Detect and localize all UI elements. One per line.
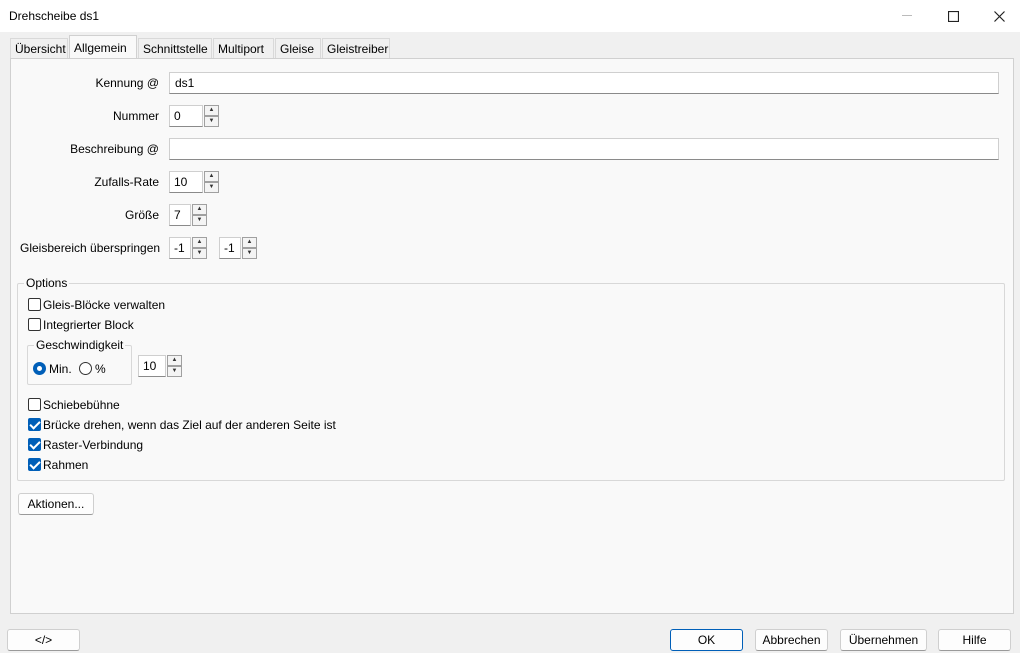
- title-bar: Drehscheibe ds1: [0, 0, 1020, 32]
- gleisbereich-from-spinner[interactable]: -1 ▲ ▼: [169, 237, 207, 259]
- spin-down-icon[interactable]: ▼: [204, 182, 219, 193]
- abbrechen-button[interactable]: Abbrechen: [755, 629, 828, 651]
- spin-down-icon[interactable]: ▼: [204, 116, 219, 127]
- spin-up-icon[interactable]: ▲: [204, 105, 219, 116]
- nummer-value[interactable]: 0: [169, 105, 203, 127]
- zufallsrate-label: Zufalls-Rate: [94, 175, 159, 189]
- window-title: Drehscheibe ds1: [9, 9, 100, 23]
- geschwindigkeit-spinner[interactable]: 10 ▲ ▼: [138, 355, 182, 377]
- geschwindigkeit-title: Geschwindigkeit: [34, 338, 126, 352]
- options-group: [17, 283, 1005, 481]
- uebernehmen-button[interactable]: Übernehmen: [840, 629, 927, 651]
- maximize-button[interactable]: [930, 0, 976, 32]
- tab-uebersicht[interactable]: Übersicht: [10, 38, 68, 58]
- groesse-label: Größe: [124, 208, 159, 222]
- gleis-bloecke-label[interactable]: Gleis-Blöcke verwalten: [43, 298, 165, 312]
- tab-gleise[interactable]: Gleise: [275, 38, 321, 58]
- integrierter-block-checkbox[interactable]: [28, 318, 41, 331]
- kennung-label: Kennung @: [95, 76, 159, 90]
- spin-down-icon[interactable]: ▼: [192, 215, 207, 226]
- nummer-spinner[interactable]: 0 ▲ ▼: [169, 105, 219, 127]
- tab-gleistreiber[interactable]: Gleistreiber: [322, 38, 390, 58]
- geschwindigkeit-value[interactable]: 10: [138, 355, 166, 377]
- tab-multiport[interactable]: Multiport: [213, 38, 274, 58]
- bruecke-drehen-label[interactable]: Brücke drehen, wenn das Ziel auf der and…: [43, 418, 336, 432]
- gleisbereich-label: Gleisbereich überspringen: [20, 241, 161, 255]
- spin-up-icon[interactable]: ▲: [242, 237, 257, 248]
- bruecke-drehen-checkbox[interactable]: [28, 418, 41, 431]
- minimize-button[interactable]: [884, 0, 930, 32]
- raster-verbindung-checkbox[interactable]: [28, 438, 41, 451]
- min-radio-label[interactable]: Min.: [49, 362, 72, 376]
- rahmen-label[interactable]: Rahmen: [43, 458, 88, 472]
- gleis-bloecke-checkbox[interactable]: [28, 298, 41, 311]
- schiebebuehne-checkbox[interactable]: [28, 398, 41, 411]
- minimize-icon: [902, 15, 912, 16]
- ok-button[interactable]: OK: [670, 629, 743, 651]
- kennung-input[interactable]: ds1: [169, 72, 999, 94]
- tab-allgemein[interactable]: Allgemein: [69, 35, 137, 59]
- spin-up-icon[interactable]: ▲: [204, 171, 219, 182]
- close-icon: [993, 10, 1005, 22]
- options-title: Options: [24, 276, 70, 290]
- raster-verbindung-label[interactable]: Raster-Verbindung: [43, 438, 143, 452]
- integrierter-block-label[interactable]: Integrierter Block: [43, 318, 134, 332]
- percent-radio-label[interactable]: %: [95, 362, 106, 376]
- code-button[interactable]: </>: [7, 629, 80, 651]
- groesse-spinner[interactable]: 7 ▲ ▼: [169, 204, 207, 226]
- beschreibung-input[interactable]: [169, 138, 999, 160]
- spin-up-icon[interactable]: ▲: [192, 204, 207, 215]
- percent-radio[interactable]: [79, 362, 92, 375]
- gleisbereich-from-value[interactable]: -1: [169, 237, 191, 259]
- spin-down-icon[interactable]: ▼: [242, 248, 257, 259]
- rahmen-checkbox[interactable]: [28, 458, 41, 471]
- spin-down-icon[interactable]: ▼: [167, 366, 182, 377]
- spin-up-icon[interactable]: ▲: [167, 355, 182, 366]
- hilfe-button[interactable]: Hilfe: [938, 629, 1011, 651]
- spin-down-icon[interactable]: ▼: [192, 248, 207, 259]
- close-button[interactable]: [976, 0, 1020, 32]
- gleisbereich-to-value[interactable]: -1: [219, 237, 241, 259]
- tab-schnittstelle[interactable]: Schnittstelle: [138, 38, 212, 58]
- min-radio[interactable]: [33, 362, 46, 375]
- maximize-icon: [947, 10, 959, 22]
- beschreibung-label: Beschreibung @: [70, 142, 159, 156]
- zufallsrate-spinner[interactable]: 10 ▲ ▼: [169, 171, 219, 193]
- gleisbereich-to-spinner[interactable]: -1 ▲ ▼: [219, 237, 257, 259]
- nummer-label: Nummer: [112, 109, 159, 123]
- schiebebuehne-label[interactable]: Schiebebühne: [43, 398, 120, 412]
- zufallsrate-value[interactable]: 10: [169, 171, 203, 193]
- spin-up-icon[interactable]: ▲: [192, 237, 207, 248]
- aktionen-button[interactable]: Aktionen...: [18, 493, 94, 515]
- groesse-value[interactable]: 7: [169, 204, 191, 226]
